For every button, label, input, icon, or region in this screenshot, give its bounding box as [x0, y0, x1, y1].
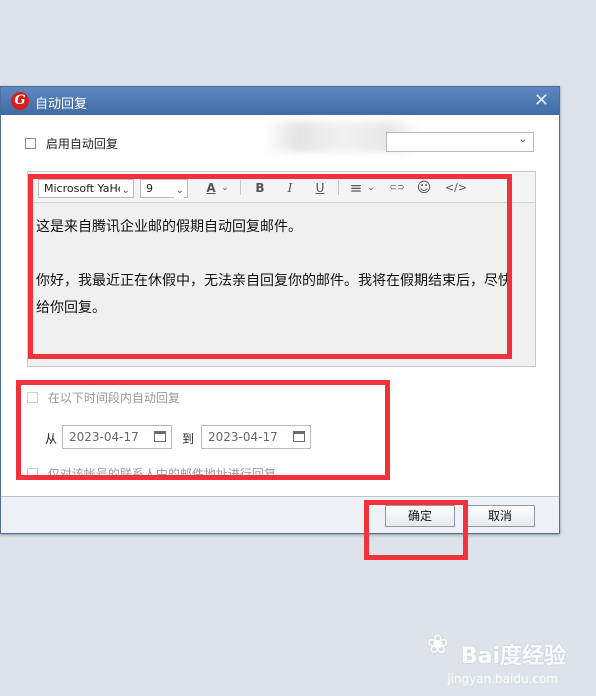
- dialog-footer: 确定 取消: [1, 496, 559, 533]
- watermark-brand: Bai度经验: [460, 644, 566, 669]
- chevron-down-icon: ⌄: [518, 134, 527, 145]
- enable-auto-reply-label: 启用自动回复: [45, 137, 118, 151]
- highlight-editor: [28, 174, 512, 359]
- close-icon[interactable]: ✕: [534, 90, 549, 111]
- cancel-button[interactable]: 取消: [465, 505, 535, 527]
- account-select[interactable]: ⌄: [386, 132, 534, 152]
- paw-icon: ❀: [426, 630, 449, 660]
- app-logo-icon: G: [11, 92, 29, 110]
- title-bar[interactable]: G 自动回复 ✕: [1, 87, 559, 115]
- highlight-schedule: [16, 380, 390, 480]
- dialog-title: 自动回复: [35, 97, 88, 112]
- watermark-sub: jingyan.baidu.com: [447, 672, 558, 686]
- enable-auto-reply-row[interactable]: 启用自动回复: [25, 135, 118, 152]
- enable-auto-reply-checkbox[interactable]: [25, 138, 36, 149]
- watermark: ❀ Bai度经验: [427, 630, 566, 670]
- highlight-ok-button: [364, 500, 468, 560]
